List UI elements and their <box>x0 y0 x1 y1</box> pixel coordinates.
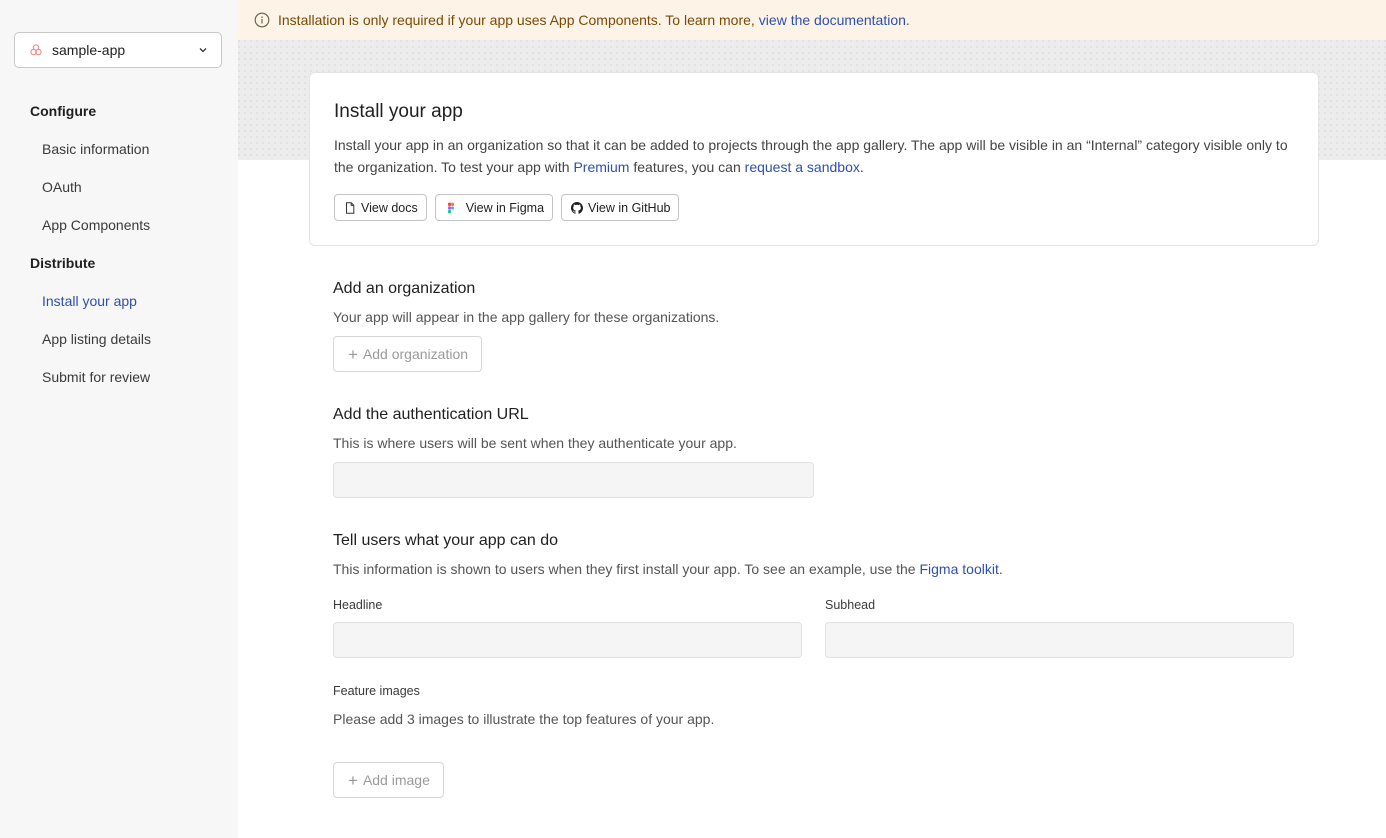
tell-users-desc-suffix: . <box>998 561 1003 577</box>
sidebar-item-submit-for-review[interactable]: Submit for review <box>42 369 150 385</box>
view-docs-button[interactable]: View docs <box>334 194 427 221</box>
app-selector[interactable]: sample-app <box>14 32 222 68</box>
subhead-input[interactable] <box>825 622 1294 658</box>
view-docs-label: View docs <box>361 200 418 215</box>
add-organization-label: Add organization <box>362 346 469 362</box>
figma-toolkit-link[interactable]: Figma toolkit <box>919 561 998 577</box>
view-in-figma-button[interactable]: View in Figma <box>434 194 554 221</box>
sidebar-item-app-listing-details[interactable]: App listing details <box>42 331 151 347</box>
add-organization-button[interactable]: + Add organization <box>333 336 483 372</box>
install-card: Install your app Install your app in an … <box>309 72 1319 246</box>
headline-input[interactable] <box>333 622 802 658</box>
feature-images-description: Please add 3 images to illustrate the to… <box>333 711 715 727</box>
sidebar-item-install-your-app[interactable]: Install your app <box>42 293 137 309</box>
auth-url-title: Add the authentication URL <box>333 406 529 423</box>
sidebar-item-oauth[interactable]: OAuth <box>42 179 82 195</box>
github-icon <box>571 201 584 214</box>
sidebar: sample-app Configure Basic information O… <box>0 0 238 838</box>
figma-icon <box>445 202 457 214</box>
info-icon <box>254 12 270 28</box>
sidebar-item-basic-information[interactable]: Basic information <box>42 141 149 157</box>
headline-label: Headline <box>333 598 383 612</box>
nav-section-distribute: Distribute <box>30 255 96 271</box>
add-image-label: Add image <box>362 772 430 788</box>
auth-url-input[interactable] <box>333 462 814 498</box>
view-in-figma-label: View in Figma <box>465 200 545 215</box>
plus-icon: + <box>348 770 358 790</box>
sidebar-item-app-components[interactable]: App Components <box>42 217 150 233</box>
card-description: Install your app in an organization so t… <box>334 134 1299 178</box>
add-image-button[interactable]: + Add image <box>333 762 444 798</box>
premium-link[interactable]: Premium <box>573 159 629 175</box>
app-logo-icon <box>29 43 43 57</box>
tell-users-desc-text: This information is shown to users when … <box>333 561 916 577</box>
view-in-github-label: View in GitHub <box>588 200 671 215</box>
document-icon <box>344 201 356 214</box>
page-title: Install your app <box>334 101 463 122</box>
request-sandbox-link[interactable]: request a sandbox <box>745 159 860 175</box>
card-desc-text-3: . <box>859 159 864 175</box>
chevron-down-icon <box>197 44 209 56</box>
subhead-label: Subhead <box>825 598 876 612</box>
tell-users-title: Tell users what your app can do <box>333 532 559 549</box>
view-documentation-link[interactable]: view the documentation <box>759 12 906 28</box>
tell-users-description: This information is shown to users when … <box>333 561 1003 577</box>
add-organization-description: Your app will appear in the app gallery … <box>333 309 720 325</box>
feature-images-label: Feature images <box>333 684 420 698</box>
banner-suffix: . <box>905 12 910 28</box>
info-banner: Installation is only required if your ap… <box>238 0 1386 40</box>
auth-url-description: This is where users will be sent when th… <box>333 435 737 451</box>
card-button-row: View docs View in Figma View in GitHub <box>334 194 680 221</box>
card-desc-text-2: features, you can <box>633 159 741 175</box>
add-organization-title: Add an organization <box>333 280 476 297</box>
banner-text: Installation is only required if your ap… <box>278 12 755 28</box>
view-in-github-button[interactable]: View in GitHub <box>561 194 680 221</box>
nav-section-configure: Configure <box>30 103 97 119</box>
app-name: sample-app <box>52 42 126 58</box>
plus-icon: + <box>348 344 358 364</box>
